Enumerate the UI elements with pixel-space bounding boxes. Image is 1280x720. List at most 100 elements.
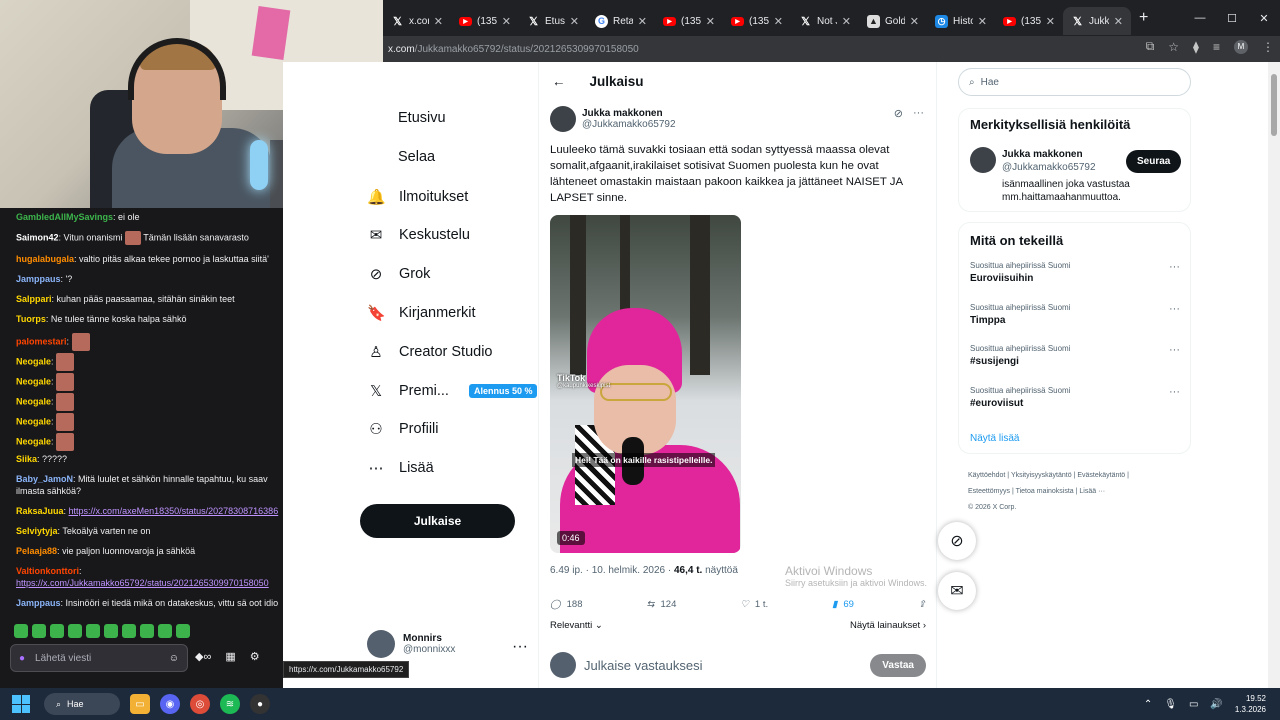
suggested-name[interactable]: Jukka makkonen xyxy=(1002,149,1083,160)
footer-line-2[interactable]: Esteettömyys | Tietoa mainoksista | Lisä… xyxy=(968,484,1190,500)
like-button[interactable]: ♡ 1 t. xyxy=(740,599,768,610)
network-icon[interactable]: ▭ xyxy=(1189,699,1198,710)
trend-item[interactable]: Suosittua aihepiirissä Suomi Timppa ··· xyxy=(970,303,1180,326)
nav-item-2[interactable]: 🔔 Ilmoitukset xyxy=(367,188,468,206)
volume-icon[interactable]: 🔊 xyxy=(1210,699,1222,710)
address-bar[interactable]: x.com/Jukkamakko65792/status/20212653099… xyxy=(383,36,1280,62)
tab-9[interactable]: ▶ (135) ✕ xyxy=(995,7,1063,35)
menu-icon[interactable]: ⋮ xyxy=(1262,40,1274,54)
spotify-icon[interactable]: ≋ xyxy=(220,694,240,714)
install-icon[interactable]: ⧉ xyxy=(1146,39,1155,54)
close-tab-icon[interactable]: ✕ xyxy=(774,15,783,28)
close-tab-icon[interactable]: ✕ xyxy=(502,15,511,28)
author-avatar[interactable] xyxy=(550,106,576,132)
sort-dropdown[interactable]: Relevantti ⌄ xyxy=(550,620,603,631)
nav-item-6[interactable]: ♙ Creator Studio xyxy=(367,343,492,361)
back-arrow-icon[interactable]: ← xyxy=(552,74,566,89)
show-quotes-link[interactable]: Näytä lainaukset › xyxy=(850,620,926,631)
follow-button[interactable]: Seuraa xyxy=(1126,150,1182,173)
tab-0[interactable]: 𝕏x.com ✕ xyxy=(383,7,451,35)
close-tab-icon[interactable]: ✕ xyxy=(638,15,647,28)
profile-avatar[interactable]: M xyxy=(1234,39,1248,54)
chat-username[interactable]: Neogale xyxy=(16,376,51,386)
tab-7[interactable]: ▲ Gold ✕ xyxy=(859,7,927,35)
chat-username[interactable]: Neogale xyxy=(16,416,51,426)
chat-username[interactable]: Saimon42 xyxy=(16,232,59,242)
chat-username[interactable]: Neogale xyxy=(16,356,51,366)
post-author[interactable]: Jukka makkonen @Jukkamakko65792 xyxy=(550,106,676,132)
nav-item-0[interactable]: Etusivu xyxy=(398,110,446,126)
extensions-icon[interactable]: ⧫ xyxy=(1193,40,1199,54)
chevron-up-icon[interactable]: ⌃ xyxy=(1144,699,1152,710)
url-text[interactable]: x.com/Jukkamakko65792/status/20212653099… xyxy=(388,44,639,55)
post-video[interactable]: TikTok @kaupunkikeskipist Hei! Tää on kai… xyxy=(550,215,741,553)
author-name[interactable]: Jukka makkonen xyxy=(582,108,676,119)
tab-6[interactable]: 𝕏 Not J ✕ xyxy=(791,7,859,35)
chat-username[interactable]: Baby_JamoN xyxy=(16,474,73,484)
nav-item-9[interactable]: ⋯ Lisää xyxy=(367,459,434,477)
more-icon[interactable]: ··· xyxy=(1169,261,1180,273)
chat-username[interactable]: Tuorps xyxy=(16,314,46,324)
tab-1[interactable]: ▶ (135) ✕ xyxy=(451,7,519,35)
post-button[interactable]: Julkaise xyxy=(360,504,515,538)
grok-fab-icon[interactable]: ⊘ xyxy=(938,522,976,560)
reply-button[interactable]: ◯ 188 xyxy=(550,599,583,610)
chat-username[interactable]: GambledAllMySavings xyxy=(16,212,113,222)
page-scrollbar[interactable] xyxy=(1268,62,1280,688)
grok-icon[interactable]: ⊘ xyxy=(894,107,903,120)
chat-input[interactable]: ● Lähetä viesti ☺ xyxy=(10,644,188,672)
new-tab-button[interactable]: + xyxy=(1139,9,1148,27)
minimize-button[interactable]: — xyxy=(1184,0,1216,36)
tab-8[interactable]: ◷ Histo ✕ xyxy=(927,7,995,35)
obs-icon[interactable]: ● xyxy=(250,694,270,714)
more-icon[interactable]: ··· xyxy=(1169,344,1180,356)
close-tab-icon[interactable]: ✕ xyxy=(910,15,919,28)
close-tab-icon[interactable]: ✕ xyxy=(842,15,851,28)
close-tab-icon[interactable]: ✕ xyxy=(706,15,715,28)
trend-item[interactable]: Suosittua aihepiirissä Suomi Euroviisuihi… xyxy=(970,261,1180,284)
microphone-icon[interactable]: 🎙 xyxy=(1164,699,1177,710)
chat-username[interactable]: Pelaaja88 xyxy=(16,546,57,556)
taskbar-search[interactable]: ⌕ Hae xyxy=(44,693,120,715)
bits-icon[interactable]: ◆∞ xyxy=(195,650,211,663)
trend-item[interactable]: Suosittua aihepiirissä Suomi #euroviisut ·… xyxy=(970,386,1180,409)
chat-username[interactable]: hugalabugala xyxy=(16,254,74,264)
more-icon[interactable]: ··· xyxy=(1169,303,1180,315)
mic-icon[interactable]: ● xyxy=(19,653,25,664)
chat-username[interactable]: palomestari xyxy=(16,336,67,346)
tab-5[interactable]: ▶ (135) ✕ xyxy=(723,7,791,35)
nav-item-4[interactable]: ⊘ Grok xyxy=(367,265,431,283)
trend-item[interactable]: Suosittua aihepiirissä Suomi #susijengi ··… xyxy=(970,344,1180,367)
nav-item-1[interactable]: Selaa xyxy=(398,149,435,165)
close-tab-icon[interactable]: ✕ xyxy=(434,15,443,28)
account-switcher[interactable]: Monnirs @monnixxx ··· xyxy=(367,630,528,658)
bookmark-button[interactable]: ▮ 69 xyxy=(832,599,854,610)
repost-button[interactable]: ⇆ 124 xyxy=(647,599,677,610)
chat-username[interactable]: Salppari xyxy=(16,294,52,304)
chat-username[interactable]: Selviytyja xyxy=(16,526,58,536)
maximize-button[interactable]: ☐ xyxy=(1216,0,1248,36)
store-icon[interactable]: ▦ xyxy=(225,650,235,663)
author-handle[interactable]: @Jukkamakko65792 xyxy=(582,119,676,130)
post-time[interactable]: 6.49 ip. · 10. helmik. 2026 · xyxy=(550,565,671,576)
settings-icon[interactable]: ⚙ xyxy=(250,650,260,663)
more-icon[interactable]: ··· xyxy=(512,638,528,656)
chat-link[interactable]: https://x.com/axeMen18350/status/2027830… xyxy=(69,506,279,516)
file-explorer-icon[interactable]: ▭ xyxy=(130,694,150,714)
search-input[interactable]: ⌕ Hae xyxy=(958,68,1191,96)
tab-10[interactable]: 𝕏 Jukka ✕ xyxy=(1063,7,1131,35)
chat-username[interactable]: Jamppaus xyxy=(16,598,61,608)
tab-2[interactable]: 𝕏 Etusi ✕ xyxy=(519,7,587,35)
share-button[interactable]: ⇪ xyxy=(918,599,926,610)
close-window-button[interactable]: ✕ xyxy=(1248,0,1280,36)
star-icon[interactable]: ☆ xyxy=(1168,40,1179,54)
nav-item-5[interactable]: 🔖 Kirjanmerkit xyxy=(367,304,476,322)
nav-item-7[interactable]: 𝕏 Premi... Alennus 50 % xyxy=(367,382,538,400)
more-icon[interactable]: ··· xyxy=(1169,386,1180,398)
chat-username[interactable]: Siika xyxy=(16,454,37,464)
nav-item-3[interactable]: ✉ Keskustelu xyxy=(367,226,470,244)
chat-link[interactable]: https://x.com/Jukkamakko65792/status/202… xyxy=(16,578,269,588)
start-button[interactable] xyxy=(12,695,30,713)
discord-icon[interactable]: ◉ xyxy=(160,694,180,714)
chat-username[interactable]: Jamppaus xyxy=(16,274,61,284)
